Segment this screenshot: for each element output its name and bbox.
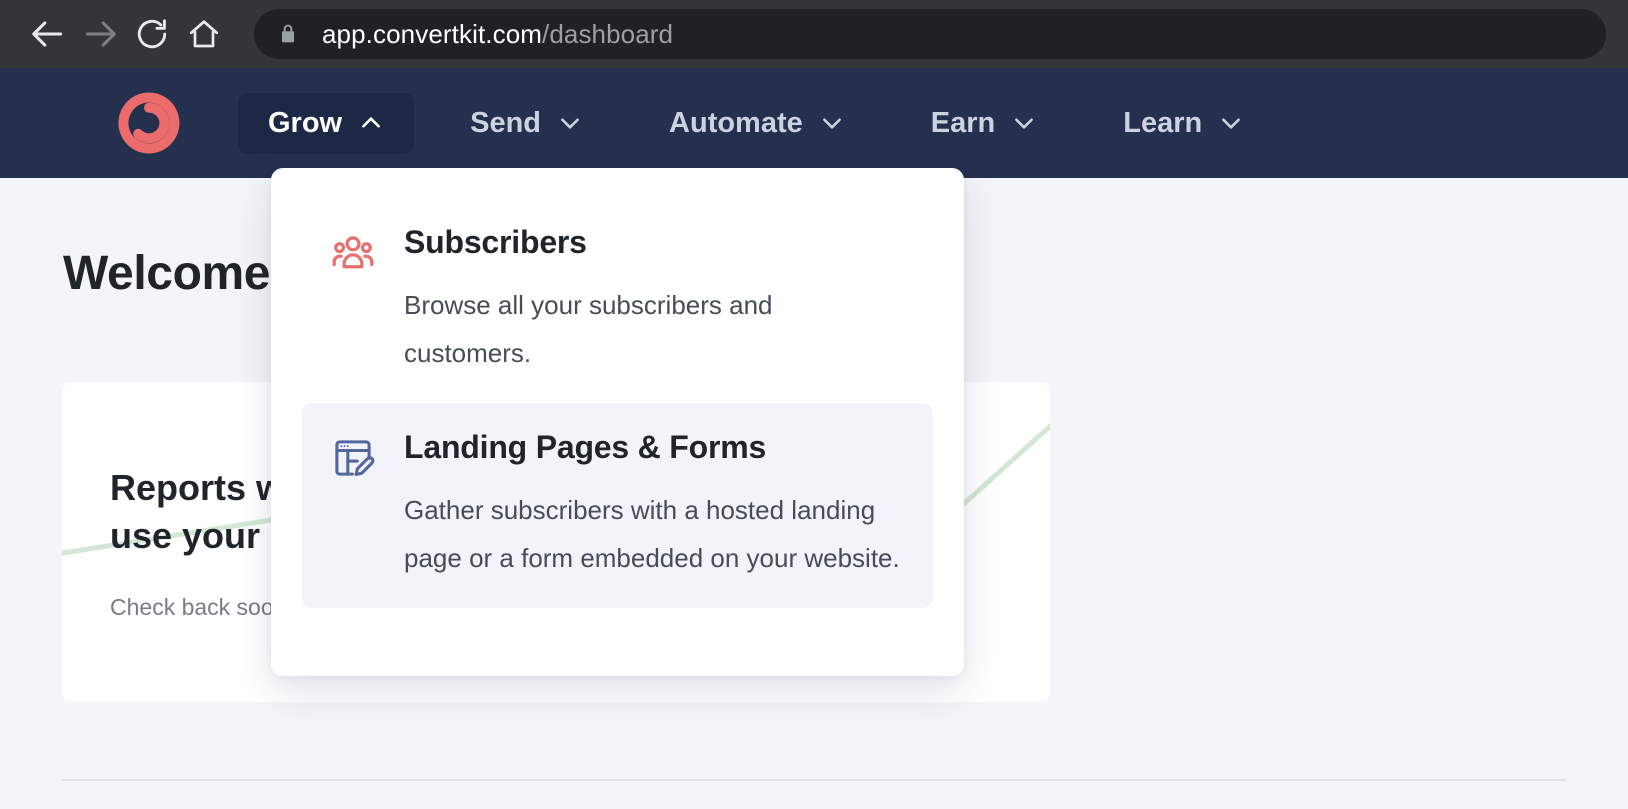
landing-page-edit-icon [330,429,376,582]
back-button[interactable] [22,8,74,60]
chevron-down-icon [1218,110,1244,136]
dropdown-item-description: Gather subscribers with a hosted landing… [404,495,900,573]
nav-item-label: Learn [1123,106,1203,139]
chevron-down-icon [1011,110,1037,136]
dropdown-item-description: Browse all your subscribers and customer… [404,290,773,368]
nav-item-automate[interactable]: Automate [639,93,875,154]
url-text: app.convertkit.com/dashboard [322,19,673,50]
convertkit-logo[interactable] [118,92,180,154]
dropdown-item-landing-pages-and-forms[interactable]: Landing Pages & Forms Gather subscribers… [302,403,933,608]
dropdown-item-title: Landing Pages & Forms [404,429,767,465]
url-path: /dashboard [542,18,674,49]
reload-button[interactable] [126,8,178,60]
reload-icon [134,16,170,52]
url-domain: app.convertkit.com [322,18,543,49]
nav-item-send[interactable]: Send [440,93,613,154]
forward-button[interactable] [74,8,126,60]
nav-item-label: Grow [268,106,343,139]
home-button[interactable] [178,8,230,60]
reports-card-subtext: Check back soon [110,594,287,620]
app-navbar: Grow Send Automate Earn Learn [0,68,1628,178]
chevron-up-icon [358,110,384,136]
lock-icon [276,22,300,46]
section-divider [62,779,1566,781]
accent-line-right [950,385,1050,517]
nav-item-label: Earn [930,106,996,139]
address-bar[interactable]: app.convertkit.com/dashboard [254,9,1606,59]
dropdown-item-title: Subscribers [404,224,587,260]
nav-items: Grow Send Automate Earn Learn [238,92,1300,154]
nav-item-grow[interactable]: Grow [238,92,415,154]
grow-dropdown-panel: Subscribers Browse all your subscribers … [271,168,964,676]
nav-item-label: Automate [669,106,803,139]
chevron-down-icon [557,110,583,136]
nav-item-earn[interactable]: Earn [901,93,1067,154]
browser-toolbar: app.convertkit.com/dashboard [0,0,1628,68]
chevron-down-icon [819,110,845,136]
dropdown-item-subscribers[interactable]: Subscribers Browse all your subscribers … [302,198,933,403]
home-icon [186,16,222,52]
arrow-right-icon [81,15,119,53]
dropdown-item-text: Subscribers Browse all your subscribers … [404,224,905,377]
users-group-icon [330,224,376,377]
arrow-left-icon [29,15,67,53]
page-title: Welcome [63,247,271,300]
nav-item-learn[interactable]: Learn [1093,93,1274,154]
dropdown-item-text: Landing Pages & Forms Gather subscribers… [404,429,905,582]
nav-item-label: Send [470,106,542,139]
